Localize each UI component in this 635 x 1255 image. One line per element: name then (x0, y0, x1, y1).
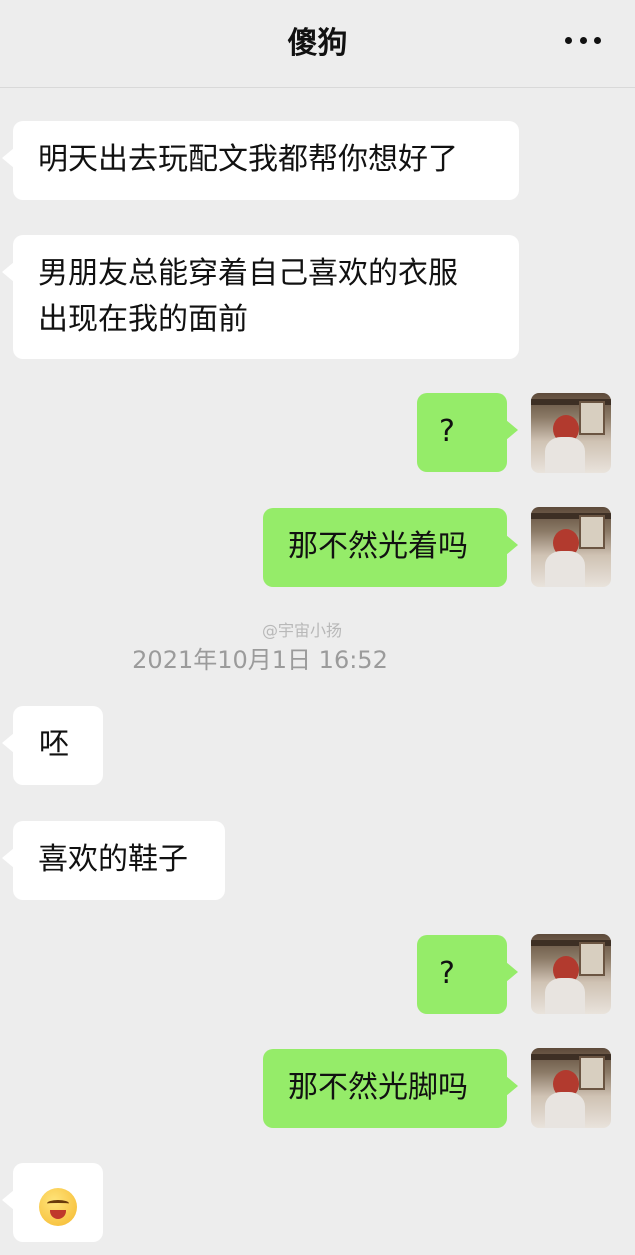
message-bubble-right[interactable]: ? (417, 393, 518, 472)
message-text-line: 男朋友总能穿着自己喜欢的衣服 (38, 256, 458, 291)
message-text: 那不然光着吗 (288, 529, 468, 564)
message-bubble-right[interactable]: ? (417, 935, 518, 1014)
grimace-laugh-emoji-icon (39, 1187, 77, 1226)
message-text-line: 出现在我的面前 (38, 302, 248, 337)
avatar[interactable] (531, 934, 611, 1014)
message-text: 明天出去玩配文我都帮你想好了 (38, 142, 458, 177)
chat-header: 傻狗 (0, 0, 635, 88)
message-bubble-left[interactable]: 喜欢的鞋子 (2, 821, 225, 900)
message-text: 呸 (39, 727, 69, 762)
avatar[interactable] (531, 507, 611, 587)
message-bubble-left[interactable]: 呸 (2, 706, 103, 785)
message-text: ? (439, 956, 455, 991)
message-bubble-right[interactable]: 那不然光脚吗 (263, 1049, 518, 1128)
message-text: ? (439, 414, 455, 449)
message-bubble-left[interactable]: 男朋友总能穿着自己喜欢的衣服 出现在我的面前 (2, 235, 519, 359)
more-dots-icon[interactable] (565, 36, 601, 44)
chat-title: 傻狗 (287, 26, 348, 61)
avatar[interactable] (531, 1048, 611, 1128)
timestamp: 2021年10月1日 16:52 (132, 646, 388, 674)
watermark: @宇宙小扬 (262, 621, 343, 640)
message-bubble-right[interactable]: 那不然光着吗 (263, 508, 518, 587)
avatar[interactable] (531, 393, 611, 473)
message-text: 喜欢的鞋子 (38, 842, 188, 877)
message-bubble-left[interactable] (2, 1163, 103, 1242)
message-text: 那不然光脚吗 (288, 1070, 468, 1105)
message-bubble-left[interactable]: 明天出去玩配文我都帮你想好了 (2, 121, 519, 200)
